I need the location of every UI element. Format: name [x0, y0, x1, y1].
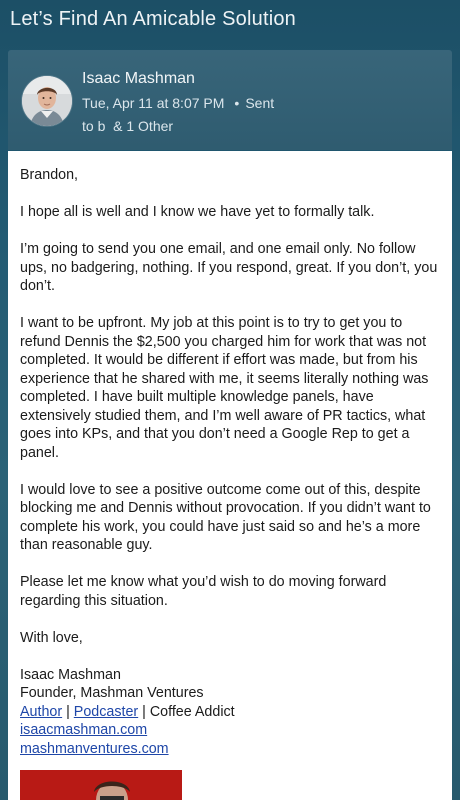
website-link-2[interactable]: mashmanventures.com [20, 741, 169, 757]
website-link-1[interactable]: isaacmashman.com [20, 722, 147, 738]
paragraph-2: I’m going to send you one email, and one… [20, 241, 438, 294]
message-date: Tue, Apr 11 at 8:07 PM [82, 95, 225, 111]
separator-1: | [62, 703, 74, 720]
paragraph-3: I want to be upfront. My job at this poi… [20, 315, 429, 461]
body-text: Brandon, I hope all is well and I know w… [20, 166, 444, 758]
paragraph-5: Please let me know what you’d wish to do… [20, 574, 387, 609]
paragraph-4: I would love to see a positive outcome c… [20, 481, 431, 554]
message-status: Sent [245, 95, 275, 111]
separator-2: | [138, 703, 150, 720]
message-body: Brandon, I hope all is well and I know w… [8, 151, 452, 800]
sender-name[interactable]: Isaac Mashman [82, 70, 195, 88]
website-line-2: mashmanventures.com [20, 740, 444, 759]
dot-separator-icon: • [234, 95, 240, 111]
avatar-photo-icon [22, 76, 72, 126]
paragraph-1: I hope all is well and I know we have ye… [20, 204, 375, 220]
signature-banner-image[interactable] [20, 770, 182, 800]
signature-links-line: Author | Podcaster | Coffee Addict [20, 703, 444, 722]
greeting: Brandon, [20, 167, 79, 183]
top-bar: Let’s Find An Amicable Solution [0, 0, 460, 44]
message-meta: Tue, Apr 11 at 8:07 PM • Sent [82, 95, 274, 111]
signature-photo-icon [20, 770, 182, 800]
signature-title: Founder, Mashman Ventures [20, 685, 204, 701]
sender-avatar[interactable] [22, 76, 72, 126]
author-link[interactable]: Author [20, 704, 62, 720]
signature-name: Isaac Mashman [20, 666, 121, 683]
closing: With love, [20, 629, 83, 646]
podcaster-link[interactable]: Podcaster [74, 704, 138, 720]
signature-tagline: Coffee Addict [149, 703, 235, 720]
recipients-line[interactable]: to b & 1 Other [82, 118, 173, 134]
message-header[interactable]: Isaac Mashman Tue, Apr 11 at 8:07 PM • Sen… [8, 50, 452, 150]
website-line-1: isaacmashman.com [20, 721, 444, 740]
email-subject: Let’s Find An Amicable Solution [10, 8, 297, 30]
